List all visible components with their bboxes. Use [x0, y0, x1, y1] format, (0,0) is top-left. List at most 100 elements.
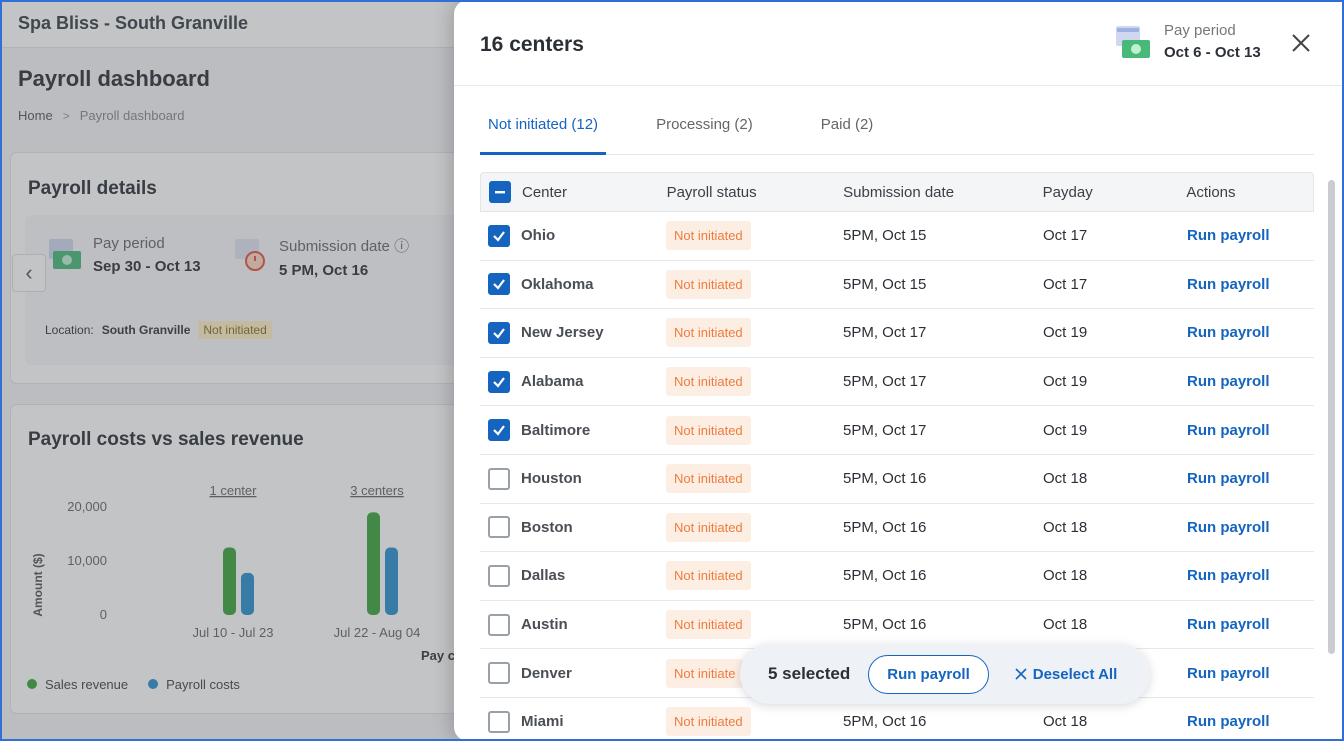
payday-cell: Oct 18 [1043, 567, 1088, 585]
deselect-all-label: Deselect All [1032, 665, 1118, 683]
status-cell: Not initiated [666, 512, 843, 542]
payday-cell: Oct 18 [1043, 616, 1088, 634]
status-badge: Not initiated [666, 707, 751, 737]
center-cell: Ohio [480, 224, 666, 247]
center-cell: New Jersey [480, 321, 666, 344]
run-payroll-link-cell: Run payroll [1187, 422, 1314, 439]
row-checkbox[interactable] [488, 224, 510, 247]
status-badge: Not initiated [666, 367, 751, 397]
close-icon [1015, 668, 1027, 680]
row-checkbox[interactable] [488, 370, 510, 393]
row-checkbox[interactable] [488, 710, 510, 733]
center-cell: Dallas [480, 564, 666, 587]
run-payroll-link[interactable]: Run payroll [1187, 227, 1270, 244]
payday-cell: Oct 19 [1043, 421, 1088, 439]
run-payroll-link-cell: Run payroll [1187, 276, 1314, 293]
submission-cell: 5PM, Oct 17 [843, 373, 927, 391]
run-payroll-button[interactable]: Run payroll [868, 654, 989, 694]
row-checkbox[interactable] [488, 662, 510, 685]
run-payroll-link-cell: Run payroll [1187, 713, 1314, 730]
submission-cell: 5PM, Oct 16 [843, 470, 927, 488]
status-cell: Not initiated [666, 318, 843, 348]
scrollbar[interactable] [1328, 180, 1335, 654]
tab-processing[interactable]: Processing (2) [648, 104, 761, 155]
tab-paid[interactable]: Paid (2) [813, 104, 882, 155]
center-column-header: Center [481, 181, 667, 203]
run-payroll-link[interactable]: Run payroll [1187, 567, 1270, 584]
row-checkbox[interactable] [488, 321, 510, 344]
row-checkbox[interactable] [488, 467, 510, 490]
submission-cell: 5PM, Oct 15 [843, 275, 927, 293]
run-payroll-link-cell: Run payroll [1187, 373, 1314, 390]
run-payroll-link-cell: Run payroll [1187, 470, 1314, 487]
drawer-header: 16 centers Pay period Oct 6 - Oct 13 [454, 0, 1344, 86]
row-checkbox[interactable] [488, 419, 510, 442]
payday-cell: Oct 17 [1043, 275, 1088, 293]
status-cell: Not initiated [666, 561, 843, 591]
status-cell: Not initiated [666, 464, 843, 494]
center-name: Denver [521, 664, 572, 682]
status-badge: Not initiated [666, 512, 751, 542]
payday-cell: Oct 18 [1043, 470, 1088, 488]
payday-cell: Oct 19 [1043, 373, 1088, 391]
status-badge: Not initiated [666, 318, 751, 348]
center-name: Houston [521, 470, 582, 488]
run-payroll-link[interactable]: Run payroll [1187, 519, 1270, 536]
payday-column-header: Payday [1042, 183, 1093, 201]
run-payroll-link[interactable]: Run payroll [1187, 713, 1270, 730]
row-checkbox[interactable] [488, 613, 510, 636]
drawer-pay-period: Pay period Oct 6 - Oct 13 [1114, 22, 1261, 62]
run-payroll-link[interactable]: Run payroll [1187, 616, 1270, 633]
status-column-header: Payroll status [666, 183, 757, 201]
deselect-all-button[interactable]: Deselect All [1015, 665, 1118, 683]
close-icon[interactable] [1288, 30, 1314, 56]
submission-cell: 5PM, Oct 16 [843, 567, 927, 585]
center-cell: Miami [480, 710, 666, 733]
table-row: Austin Not initiated 5PM, Oct 16 Oct 18 Run … [480, 601, 1314, 650]
status-cell: Not initiated [666, 367, 843, 397]
center-cell: Baltimore [480, 419, 666, 442]
payday-cell: Oct 18 [1043, 518, 1088, 536]
status-cell: Not initiated [666, 269, 843, 299]
status-badge: Not initiated [666, 610, 751, 640]
run-payroll-link[interactable]: Run payroll [1187, 470, 1270, 487]
run-payroll-link[interactable]: Run payroll [1187, 665, 1270, 682]
drawer-title: 16 centers [480, 33, 584, 56]
run-payroll-link[interactable]: Run payroll [1187, 324, 1270, 341]
run-payroll-link[interactable]: Run payroll [1187, 276, 1270, 293]
row-checkbox[interactable] [488, 564, 510, 587]
payday-cell: Oct 17 [1043, 227, 1088, 245]
table-header: Center Payroll status Submission date Pa… [480, 172, 1314, 212]
status-cell: Not initiated [666, 221, 843, 251]
center-header-label: Center [522, 183, 568, 201]
row-checkbox[interactable] [488, 516, 510, 539]
selected-count: 5 selected [768, 664, 851, 683]
select-all-checkbox[interactable] [489, 181, 511, 203]
run-payroll-link[interactable]: Run payroll [1187, 422, 1270, 439]
center-name: New Jersey [521, 324, 604, 342]
submission-cell: 5PM, Oct 16 [843, 616, 927, 634]
table-row: Alabama Not initiated 5PM, Oct 17 Oct 19 Run… [480, 358, 1314, 407]
table-row: Miami Not initiated 5PM, Oct 16 Oct 18 Run p… [480, 698, 1314, 741]
status-badge: Not initiated [666, 415, 751, 445]
center-name: Austin [521, 616, 568, 634]
run-payroll-link-cell: Run payroll [1187, 616, 1314, 633]
table-row: Ohio Not initiated 5PM, Oct 15 Oct 17 Run pa… [480, 212, 1314, 261]
table-row: New Jersey Not initiated 5PM, Oct 17 Oct 19… [480, 309, 1314, 358]
centers-drawer: 16 centers Pay period Oct 6 - Oct 13 Not… [454, 0, 1344, 741]
status-badge: Not initiate [666, 658, 744, 688]
submission-cell: 5PM, Oct 17 [843, 324, 927, 342]
center-name: Boston [521, 518, 573, 536]
row-checkbox[interactable] [488, 273, 510, 296]
center-name: Ohio [521, 227, 556, 245]
run-payroll-link-cell: Run payroll [1187, 227, 1314, 244]
center-name: Alabama [521, 373, 584, 391]
status-cell: Not initiated [666, 707, 843, 737]
center-name: Oklahoma [521, 275, 594, 293]
run-payroll-link[interactable]: Run payroll [1187, 373, 1270, 390]
submission-cell: 5PM, Oct 16 [843, 518, 927, 536]
tab-not-initiated[interactable]: Not initiated (12) [480, 104, 607, 155]
table-row: Houston Not initiated 5PM, Oct 16 Oct 18 Run… [480, 455, 1314, 504]
status-cell: Not initiated [666, 415, 843, 445]
run-payroll-link-cell: Run payroll [1187, 519, 1314, 536]
